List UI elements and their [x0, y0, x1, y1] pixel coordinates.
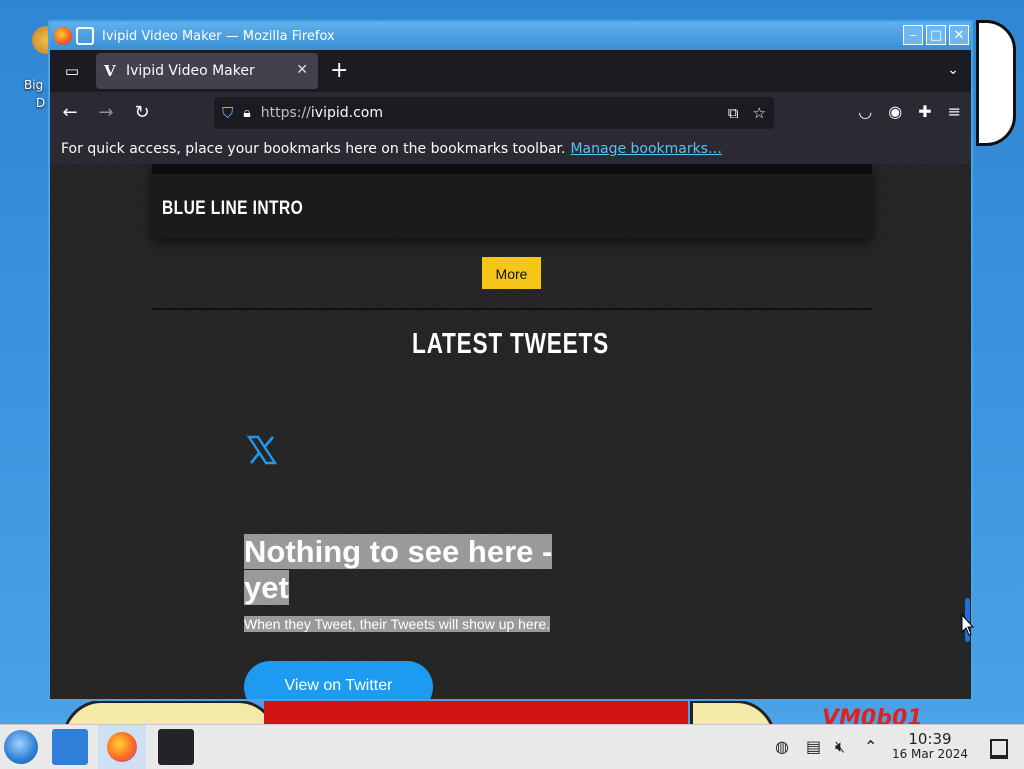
- desktop-wallpaper-shape: [264, 700, 688, 724]
- tab-favicon: V: [104, 62, 116, 80]
- start-menu-button[interactable]: [4, 730, 38, 764]
- reload-icon[interactable]: ↻: [126, 97, 158, 129]
- tab-title: Ivipid Video Maker: [126, 63, 255, 79]
- window-titlebar[interactable]: Ivipid Video Maker — Mozilla Firefox – □…: [50, 22, 971, 50]
- web-page: BLUE LINE INTRO More LATEST TWEETS Nothi…: [50, 164, 971, 699]
- firefox-window: Ivipid Video Maker — Mozilla Firefox – □…: [48, 20, 973, 701]
- url-text[interactable]: https://ivipid.com: [261, 105, 383, 121]
- network-icon[interactable]: ◍: [775, 737, 789, 756]
- video-template-card[interactable]: BLUE LINE INTRO: [152, 164, 872, 238]
- mouse-cursor-icon: [961, 614, 975, 636]
- desktop-icon-label: Big: [24, 78, 44, 92]
- url-bar-icons: ⧉ ☆: [728, 104, 766, 122]
- taskbar: ◍ ▤ 🔇︎ ⌃ 10:39 16 Mar 2024: [0, 724, 1024, 769]
- mixer-app-icon[interactable]: [158, 729, 194, 765]
- clock-time: 10:39: [908, 730, 952, 748]
- navigation-toolbar: ← → ↻ ⛉ 🔒︎ https://ivipid.com ⧉ ☆ ◡ ◉ ✚ …: [50, 92, 971, 134]
- wallpaper-watermark: VM0b01: [822, 706, 923, 724]
- lock-icon[interactable]: 🔒︎: [243, 105, 250, 121]
- card-thumbnail-edge: [152, 164, 872, 174]
- account-icon[interactable]: ◉: [888, 102, 902, 121]
- new-tab-button[interactable]: +: [330, 60, 348, 82]
- puzzle-icon[interactable]: ✚: [918, 102, 931, 121]
- chevron-up-icon[interactable]: ⌃: [864, 737, 877, 756]
- tab-close-icon[interactable]: ✕: [296, 62, 308, 78]
- maximize-button[interactable]: □: [926, 25, 946, 45]
- desktop-wallpaper-shape: [62, 700, 278, 724]
- empty-state-subtitle: When they Tweet, their Tweets will show …: [244, 616, 551, 632]
- pocket-icon[interactable]: ◡: [858, 102, 872, 121]
- url-bar[interactable]: ⛉ 🔒︎ https://ivipid.com ⧉ ☆: [214, 97, 774, 129]
- firefox-icon: [107, 732, 137, 762]
- clipboard-icon[interactable]: ▤: [806, 737, 821, 756]
- card-title: BLUE LINE INTRO: [162, 198, 304, 219]
- tab-strip: ▭ V Ivipid Video Maker ✕ + ⌄: [50, 50, 971, 92]
- tab-ivipid[interactable]: V Ivipid Video Maker ✕: [96, 53, 318, 89]
- bookmarks-message: For quick access, place your bookmarks h…: [61, 141, 566, 157]
- clock[interactable]: 10:39 16 Mar 2024: [888, 731, 972, 762]
- clock-date: 16 Mar 2024: [891, 747, 969, 761]
- section-divider: [152, 308, 872, 310]
- show-desktop-icon[interactable]: [990, 739, 1008, 759]
- bookmarks-toolbar: For quick access, place your bookmarks h…: [50, 134, 971, 165]
- taskbar-firefox-button[interactable]: [98, 725, 146, 769]
- firefox-icon: [54, 27, 72, 45]
- section-title: LATEST TWEETS: [412, 328, 609, 360]
- empty-state-title: Nothing to see here - yet: [244, 534, 553, 605]
- window-pin-icon[interactable]: [76, 27, 94, 45]
- desktop-wallpaper-shape: [976, 20, 1016, 146]
- hamburger-menu-icon[interactable]: ≡: [948, 102, 961, 121]
- toolbar-icons: ◡ ◉ ✚ ≡: [858, 102, 961, 121]
- desktop-wallpaper-shape: [690, 700, 776, 724]
- desktop-icon-label-2: D: [36, 96, 46, 110]
- manage-bookmarks-link[interactable]: Manage bookmarks…: [570, 141, 722, 157]
- forward-arrow-icon[interactable]: →: [90, 97, 122, 129]
- picture-in-picture-icon[interactable]: ⧉: [728, 104, 739, 122]
- volume-muted-icon[interactable]: 🔇︎: [835, 737, 845, 757]
- star-icon[interactable]: ☆: [753, 104, 766, 122]
- window-controls: – □ ✕: [903, 25, 969, 45]
- tab-list-icon[interactable]: ▭: [62, 61, 82, 81]
- x-logo-icon: [246, 435, 278, 465]
- view-on-twitter-button[interactable]: View on Twitter: [244, 661, 433, 699]
- minimize-button[interactable]: –: [903, 25, 923, 45]
- tracking-shield-icon[interactable]: ⛉: [222, 104, 233, 122]
- more-button[interactable]: More: [482, 257, 541, 289]
- back-arrow-icon[interactable]: ←: [54, 97, 86, 129]
- window-title: Ivipid Video Maker — Mozilla Firefox: [102, 28, 335, 44]
- file-manager-icon[interactable]: [52, 729, 88, 765]
- close-window-button[interactable]: ✕: [949, 25, 969, 45]
- chevron-down-icon[interactable]: ⌄: [947, 62, 959, 78]
